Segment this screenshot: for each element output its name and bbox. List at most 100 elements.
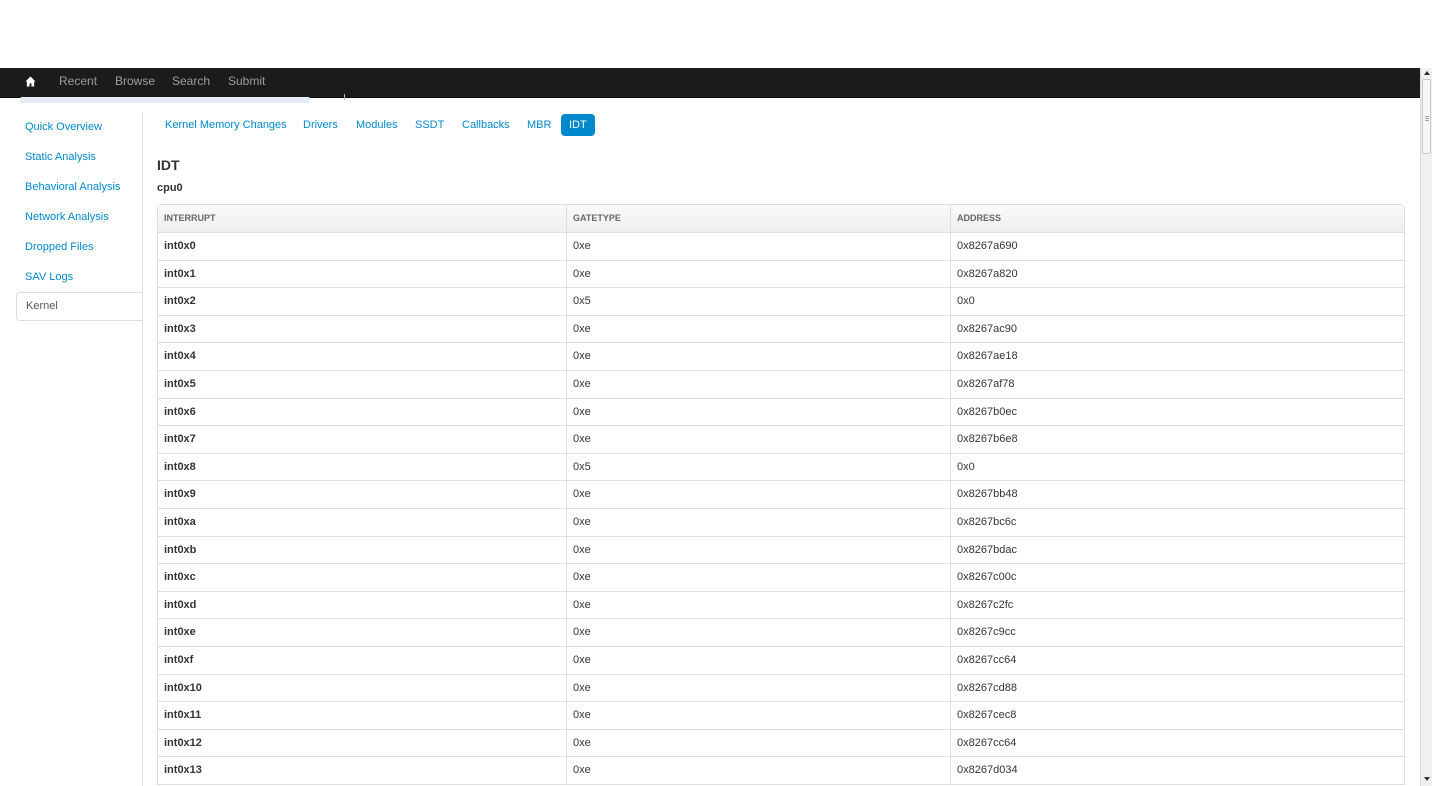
scroll-down-arrow-icon[interactable] — [1422, 774, 1432, 784]
sidebar-item-sav-logs[interactable]: SAV Logs — [16, 262, 143, 292]
interrupt-cell: int0x2 — [164, 295, 196, 308]
address-cell: 0x8267ac90 — [950, 315, 1405, 343]
tab-callbacks[interactable]: Callbacks — [454, 114, 518, 136]
table-row: int0xe 0xe 0x8267c9cc — [158, 619, 1404, 647]
address-cell: 0x8267a820 — [950, 260, 1405, 288]
address-cell: 0x0 — [950, 288, 1405, 316]
column-header-interrupt[interactable]: INTERRUPT — [158, 205, 566, 232]
address-cell: 0x8267d034 — [950, 757, 1405, 785]
nav-recent[interactable]: Recent — [59, 68, 97, 97]
interrupt-cell: int0x1 — [164, 267, 196, 280]
tab-mbr[interactable]: MBR — [519, 114, 559, 136]
tab-idt[interactable]: IDT — [561, 114, 595, 136]
interrupt-cell: int0x3 — [164, 322, 196, 335]
scroll-thumb[interactable] — [1422, 79, 1431, 154]
address-cell: 0x0 — [950, 453, 1405, 481]
gatetype-cell: 0xe — [566, 260, 950, 288]
interrupt-cell: int0xa — [164, 515, 196, 528]
nav-submit[interactable]: Submit — [228, 68, 265, 97]
gatetype-cell: 0xe — [566, 729, 950, 757]
gatetype-cell: 0xe — [566, 426, 950, 454]
gatetype-cell: 0x5 — [566, 288, 950, 316]
sidebar-item-behavioral-analysis[interactable]: Behavioral Analysis — [16, 172, 143, 202]
address-cell: 0x8267cc64 — [950, 646, 1405, 674]
tab-ssdt[interactable]: SSDT — [407, 114, 452, 136]
nav-search[interactable]: Search — [172, 68, 210, 97]
table-row: int0x1 0xe 0x8267a820 — [158, 260, 1405, 289]
address-cell: 0x8267b0ec — [950, 398, 1405, 426]
interrupt-cell: int0xb — [164, 543, 197, 556]
address-cell: 0x8267c9cc — [950, 619, 1405, 647]
address-cell: 0x8267b6e8 — [950, 426, 1405, 454]
sidebar-item-kernel[interactable]: Kernel — [16, 292, 143, 321]
logo-watermark — [20, 97, 310, 103]
table-row: int0xc 0xe 0x8267c00c — [158, 564, 1404, 592]
address-cell: 0x8267bc6c — [950, 508, 1405, 536]
sidebar-item-dropped-files[interactable]: Dropped Files — [16, 232, 143, 262]
tab-kernel-memory-changes[interactable]: Kernel Memory Changes — [157, 114, 295, 136]
interrupt-cell: int0x8 — [164, 460, 196, 473]
sidebar-item-quick-overview[interactable]: Quick Overview — [16, 112, 143, 142]
gatetype-cell: 0xe — [566, 343, 950, 371]
gatetype-cell: 0xe — [566, 619, 950, 647]
table-row: int0x9 0xe 0x8267bb48 — [158, 481, 1404, 509]
table-row: int0x5 0xe 0x8267af78 — [158, 370, 1405, 399]
gatetype-cell: 0xe — [566, 674, 950, 702]
table-row: int0xf 0xe 0x8267cc64 — [158, 646, 1405, 675]
interrupt-cell: int0x0 — [164, 240, 196, 252]
gatetype-cell: 0xe — [566, 233, 950, 260]
page-title: IDT — [157, 157, 180, 173]
interrupt-cell: int0xe — [164, 626, 196, 639]
nav-browse[interactable]: Browse — [115, 68, 155, 97]
header-divider — [344, 94, 345, 100]
sidebar-divider — [142, 112, 143, 786]
address-cell: 0x8267c2fc — [950, 591, 1405, 619]
sidebar-item-network-analysis[interactable]: Network Analysis — [16, 202, 143, 232]
interrupt-cell: int0xf — [164, 653, 194, 666]
gatetype-cell: 0xe — [566, 508, 950, 536]
cpu-subtitle: cpu0 — [157, 182, 183, 194]
page-scrollbar[interactable] — [1420, 68, 1432, 786]
scroll-up-arrow-icon[interactable] — [1422, 68, 1432, 78]
interrupt-cell: int0x6 — [164, 405, 196, 418]
column-header-address[interactable]: ADDRESS — [950, 205, 1405, 232]
gatetype-cell: 0xe — [566, 370, 950, 398]
gatetype-cell: 0xe — [566, 591, 950, 619]
gatetype-cell: 0xe — [566, 646, 950, 674]
address-cell: 0x8267bdac — [950, 536, 1405, 564]
interrupt-cell: int0x11 — [164, 709, 202, 722]
idt-table: INTERRUPT GATETYPE ADDRESS int0x0 0xe 0x… — [157, 204, 1405, 785]
gatetype-cell: 0x5 — [566, 453, 950, 481]
table-row: int0x4 0xe 0x8267ae18 — [158, 343, 1404, 371]
interrupt-cell: int0x5 — [164, 377, 196, 390]
gatetype-cell: 0xe — [566, 398, 950, 426]
table-row: int0x10 0xe 0x8267cd88 — [158, 674, 1405, 703]
table-header: INTERRUPT GATETYPE ADDRESS — [158, 205, 1404, 233]
table-row: int0x6 0xe 0x8267b0ec — [158, 398, 1405, 427]
column-header-gatetype[interactable]: GATETYPE — [566, 205, 950, 232]
address-cell: 0x8267cec8 — [950, 702, 1405, 730]
table-row: int0x13 0xe 0x8267d034 — [158, 757, 1404, 785]
address-cell: 0x8267c00c — [950, 564, 1405, 592]
sidebar-item-static-analysis[interactable]: Static Analysis — [16, 142, 143, 172]
tab-modules[interactable]: Modules — [348, 114, 406, 136]
interrupt-cell: int0x10 — [164, 681, 202, 694]
gatetype-cell: 0xe — [566, 536, 950, 564]
address-cell: 0x8267af78 — [950, 370, 1405, 398]
tab-drivers[interactable]: Drivers — [295, 114, 346, 136]
gatetype-cell: 0xe — [566, 757, 950, 785]
interrupt-cell: int0x4 — [164, 350, 196, 363]
table-row: int0x3 0xe 0x8267ac90 — [158, 315, 1405, 344]
table-row: int0xd 0xe 0x8267c2fc — [158, 591, 1405, 620]
address-cell: 0x8267cd88 — [950, 674, 1405, 702]
gatetype-cell: 0xe — [566, 481, 950, 509]
thumb-grip — [1425, 120, 1429, 121]
interrupt-cell: int0x9 — [164, 488, 196, 501]
thumb-grip — [1425, 118, 1429, 119]
interrupt-cell: int0x12 — [164, 736, 202, 749]
home-icon[interactable] — [25, 76, 36, 87]
gatetype-cell: 0xe — [566, 315, 950, 343]
sidebar-nav: Quick Overview Static Analysis Behaviora… — [16, 112, 143, 321]
table-row: int0xb 0xe 0x8267bdac — [158, 536, 1405, 565]
gatetype-cell: 0xe — [566, 564, 950, 592]
